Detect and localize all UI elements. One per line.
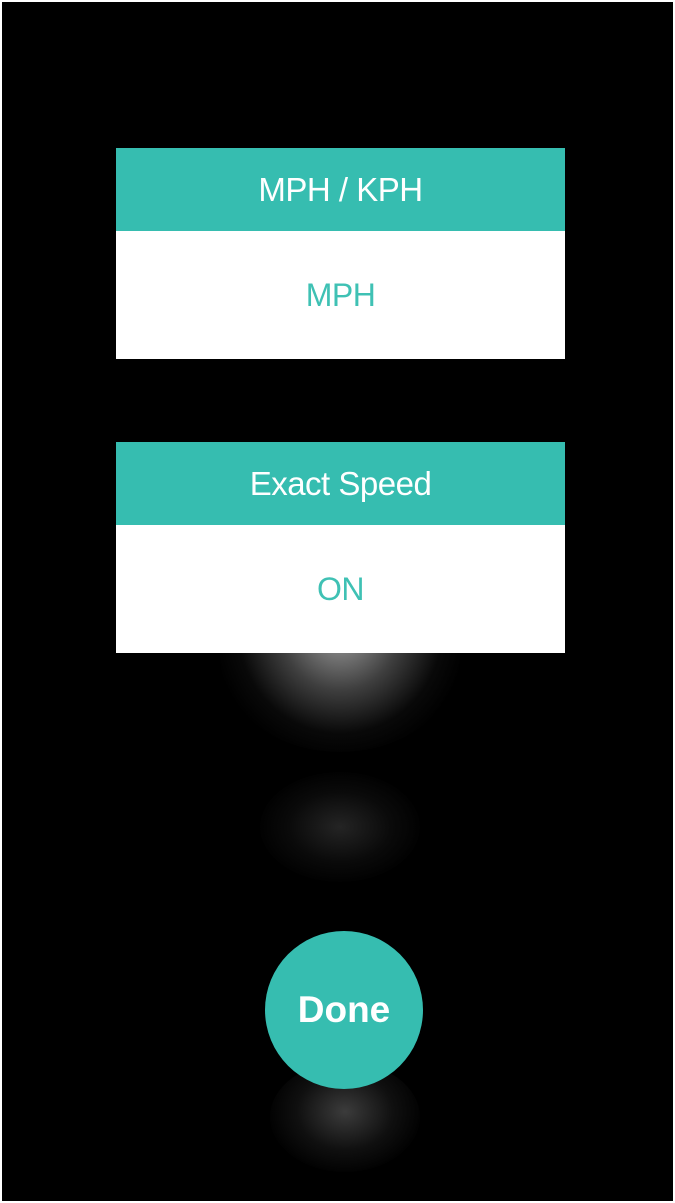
units-setting-title: MPH / KPH — [116, 148, 565, 231]
done-button[interactable]: Done — [265, 931, 423, 1089]
units-setting-toggle[interactable]: MPH — [116, 231, 565, 359]
exact-speed-setting-card: Exact Speed ON — [116, 442, 565, 653]
background-glow — [260, 772, 420, 882]
settings-screen: MPH / KPH MPH Exact Speed ON Done — [0, 0, 675, 1203]
exact-speed-setting-toggle[interactable]: ON — [116, 525, 565, 653]
exact-speed-setting-title: Exact Speed — [116, 442, 565, 525]
units-setting-card: MPH / KPH MPH — [116, 148, 565, 359]
